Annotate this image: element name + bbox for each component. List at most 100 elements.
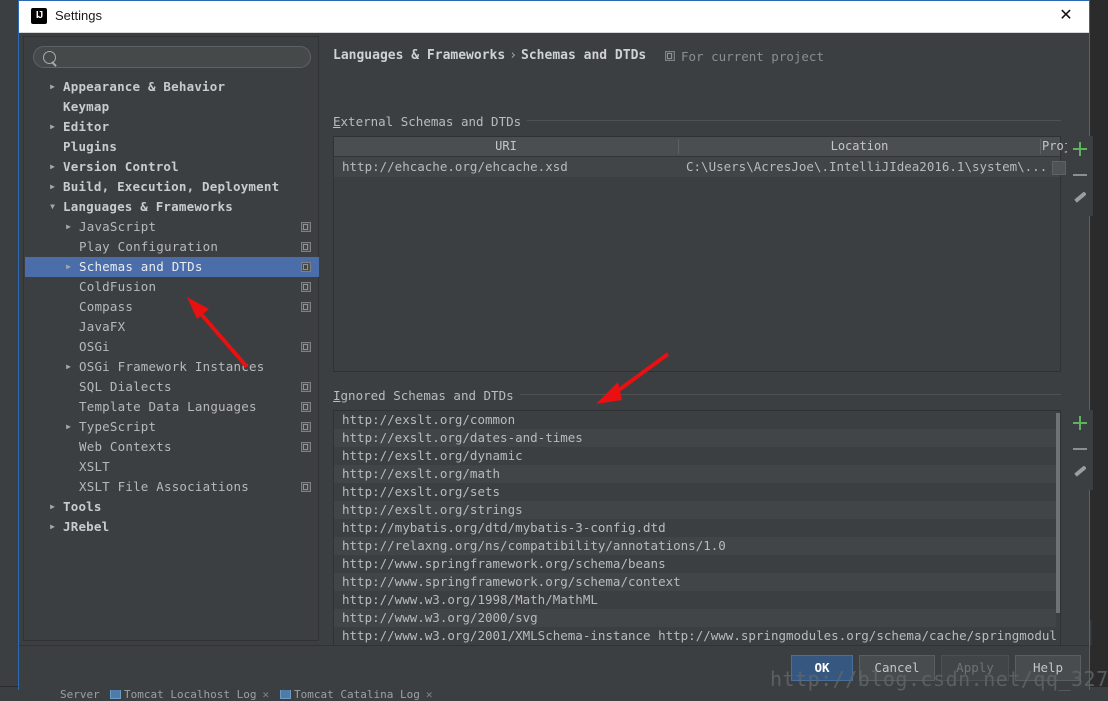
sidebar-item-javafx[interactable]: JavaFX — [25, 317, 319, 337]
column-header-uri[interactable]: URI — [334, 137, 678, 156]
sidebar-item-build-execution-deployment[interactable]: ▶ Build, Execution, Deployment — [25, 177, 319, 197]
project-scope-icon — [301, 302, 311, 312]
list-item[interactable]: http://exslt.org/dates-and-times — [334, 429, 1060, 447]
sidebar-item-label: JRebel — [63, 519, 110, 534]
chevron-right-icon[interactable]: ▶ — [63, 417, 74, 437]
sidebar-item-coldfusion[interactable]: ColdFusion — [25, 277, 319, 297]
sidebar-item-compass[interactable]: Compass — [25, 297, 319, 317]
cell-location: C:\Users\AcresJoe\.IntelliJIdea2016.1\sy… — [686, 159, 1048, 174]
sidebar-item-web-contexts[interactable]: Web Contexts — [25, 437, 319, 457]
cell-project-checkbox[interactable] — [1052, 161, 1066, 175]
plus-icon — [1079, 416, 1081, 430]
sidebar-item-typescript[interactable]: ▶ TypeScript — [25, 417, 319, 437]
scrollbar-thumb[interactable] — [1056, 413, 1060, 613]
sidebar-item-xslt[interactable]: XSLT — [25, 457, 319, 477]
watermark-text: http://blog.csdn.net/qq_32726129 — [770, 667, 1108, 691]
chevron-right-icon[interactable]: ▶ — [63, 217, 74, 237]
list-item[interactable]: http://exslt.org/math — [334, 465, 1060, 483]
breadcrumb-separator-icon: › — [509, 48, 518, 63]
ignored-schemas-list[interactable]: http://exslt.org/common http://exslt.org/… — [333, 410, 1061, 648]
sidebar-item-appearance-behavior[interactable]: ▶ Appearance & Behavior — [25, 77, 319, 97]
external-group-label: External Schemas and DTDs — [333, 114, 528, 129]
breadcrumb-parent[interactable]: Languages & Frameworks — [333, 48, 505, 63]
list-item[interactable]: http://exslt.org/dynamic — [334, 447, 1060, 465]
sidebar-item-label: XSLT — [79, 459, 110, 474]
list-item[interactable]: http://exslt.org/sets — [334, 483, 1060, 501]
chevron-right-icon[interactable]: ▶ — [47, 77, 58, 97]
sidebar-item-label: TypeScript — [79, 419, 157, 434]
settings-sidebar: ▶ Appearance & Behavior Keymap ▶ Editor Plugi… — [23, 36, 319, 641]
chevron-right-icon[interactable]: ▶ — [47, 117, 58, 137]
external-add-button[interactable] — [1067, 136, 1093, 162]
external-schemas-table[interactable]: URI Location Project http://ehcache.org/… — [333, 136, 1093, 372]
sidebar-item-osgi-framework-instances[interactable]: ▶ OSGi Framework Instances — [25, 357, 319, 377]
close-icon[interactable]: ✕ — [1043, 1, 1089, 31]
chevron-right-icon[interactable]: ▶ — [47, 177, 58, 197]
ignored-edit-button[interactable] — [1067, 462, 1093, 488]
column-header-project[interactable]: Project — [1041, 137, 1093, 156]
sidebar-item-jrebel[interactable]: ▶ JRebel — [25, 517, 319, 537]
sidebar-item-label: Web Contexts — [79, 439, 172, 454]
project-scope-icon — [301, 282, 311, 292]
project-scope-icon — [301, 442, 311, 452]
sidebar-item-editor[interactable]: ▶ Editor — [25, 117, 319, 137]
external-remove-button[interactable] — [1067, 162, 1093, 188]
dialog-title-bar: IJ Settings ✕ — [19, 1, 1089, 33]
list-item[interactable]: http://exslt.org/common — [334, 411, 1060, 429]
chevron-right-icon[interactable]: ▶ — [47, 157, 58, 177]
sidebar-item-template-data-languages[interactable]: Template Data Languages — [25, 397, 319, 417]
sidebar-item-javascript[interactable]: ▶ JavaScript — [25, 217, 319, 237]
chevron-down-icon[interactable]: ▼ — [47, 197, 58, 217]
project-scope-icon — [301, 262, 311, 272]
list-item[interactable]: http://www.springframework.org/schema/co… — [334, 573, 1060, 591]
ignored-list-scrollbar[interactable] — [1056, 413, 1060, 647]
project-scope-icon — [301, 422, 311, 432]
sidebar-item-play-configuration[interactable]: Play Configuration — [25, 237, 319, 257]
settings-dialog: IJ Settings ✕ ▶ Appearance & Behavior Keym… — [18, 0, 1093, 690]
list-item[interactable]: http://www.w3.org/2001/XMLSchema-instanc… — [334, 627, 1060, 645]
list-item[interactable]: http://relaxng.org/ns/compatibility/anno… — [334, 537, 1060, 555]
dialog-title: Settings — [55, 8, 102, 23]
pencil-icon — [1074, 191, 1087, 203]
table-row[interactable]: http://ehcache.org/ehcache.xsd C:\Users\… — [334, 157, 1066, 177]
sidebar-item-version-control[interactable]: ▶ Version Control — [25, 157, 319, 177]
sidebar-item-languages-frameworks[interactable]: ▼ Languages & Frameworks — [25, 197, 319, 217]
sidebar-item-osgi[interactable]: OSGi — [25, 337, 319, 357]
sidebar-item-label: Languages & Frameworks — [63, 199, 233, 214]
sidebar-item-tools[interactable]: ▶ Tools — [25, 497, 319, 517]
search-box[interactable] — [33, 46, 311, 68]
project-scope-icon — [301, 342, 311, 352]
sidebar-item-label: Version Control — [63, 159, 179, 174]
ignored-remove-button[interactable] — [1067, 436, 1093, 462]
list-item[interactable]: http://www.w3.org/1998/Math/MathML — [334, 591, 1060, 609]
column-header-location[interactable]: Location — [679, 137, 1040, 156]
external-edit-button[interactable] — [1067, 188, 1093, 214]
list-item[interactable]: http://www.springframework.org/schema/be… — [334, 555, 1060, 573]
sidebar-item-xslt-file-associations[interactable]: XSLT File Associations — [25, 477, 319, 497]
list-item[interactable]: http://www.w3.org/2000/svg — [334, 609, 1060, 627]
list-item[interactable]: http://mybatis.org/dtd/mybatis-3-config.… — [334, 519, 1060, 537]
breadcrumb-current: Schemas and DTDs — [521, 48, 647, 63]
settings-tree: ▶ Appearance & Behavior Keymap ▶ Editor Plugi… — [25, 77, 319, 537]
sidebar-item-sql-dialects[interactable]: SQL Dialects — [25, 377, 319, 397]
search-input[interactable] — [62, 49, 306, 68]
chevron-right-icon[interactable]: ▶ — [47, 517, 58, 537]
sidebar-item-keymap[interactable]: Keymap — [25, 97, 319, 117]
sidebar-item-label: Appearance & Behavior — [63, 79, 226, 94]
chevron-right-icon[interactable]: ▶ — [47, 497, 58, 517]
scope-label: For current project — [681, 49, 824, 64]
sidebar-item-plugins[interactable]: Plugins — [25, 137, 319, 157]
ignored-add-button[interactable] — [1067, 410, 1093, 436]
sidebar-item-label: JavaScript — [79, 219, 157, 234]
ide-left-strip — [0, 0, 18, 701]
chevron-right-icon[interactable]: ▶ — [63, 357, 74, 377]
breadcrumb: Languages & Frameworks › Schemas and DTDs — [333, 48, 646, 63]
list-item[interactable]: http://exslt.org/strings — [334, 501, 1060, 519]
sidebar-item-schemas-and-dtds[interactable]: ▶ Schemas and DTDs — [25, 257, 319, 277]
sidebar-item-label: SQL Dialects — [79, 379, 172, 394]
chevron-right-icon[interactable]: ▶ — [63, 257, 74, 277]
